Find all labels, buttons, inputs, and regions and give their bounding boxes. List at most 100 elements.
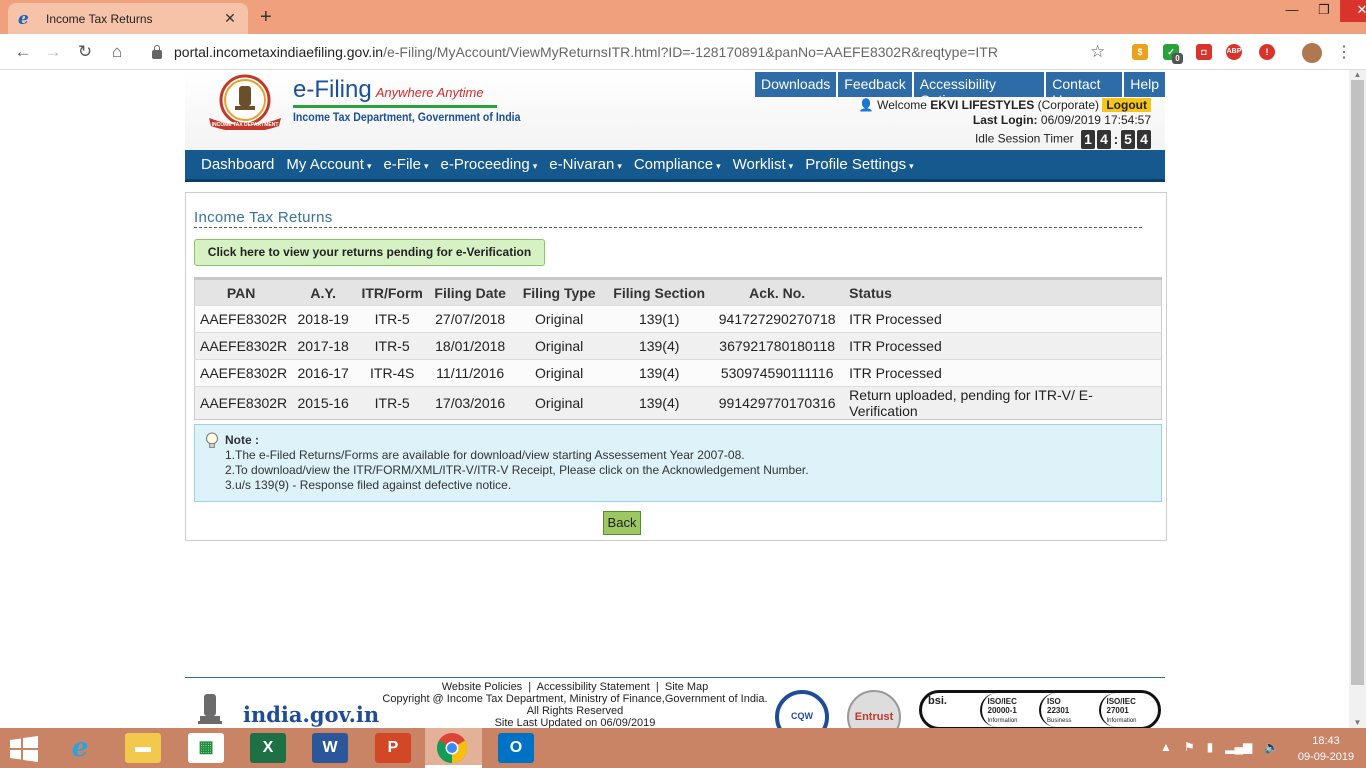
chevron-down-icon: ▾	[909, 161, 914, 171]
user-type: (Corporate)	[1037, 98, 1099, 112]
extension-honey-icon[interactable]: $	[1132, 44, 1148, 60]
main-nav: Dashboard My Account ▾ e-File ▾ e-Proceedi…	[185, 150, 1165, 182]
brand-tagline: Anywhere Anytime	[375, 85, 484, 100]
cell-itr-form: ITR-5	[359, 332, 426, 360]
pending-e-verification-button[interactable]: Click here to view your returns pending …	[194, 239, 545, 266]
nav-compliance[interactable]: Compliance ▾	[634, 156, 721, 173]
nav-feedback[interactable]: Feedback	[838, 72, 912, 97]
browser-tab[interactable]: e Income Tax Returns ✕	[8, 3, 248, 34]
cell-filing-date: 17/03/2016	[425, 386, 516, 420]
tray-expand-icon[interactable]: ▲	[1160, 740, 1172, 754]
bookmark-star-icon[interactable]: ☆	[1090, 42, 1105, 62]
restore-icon[interactable]: ❐	[1308, 0, 1340, 22]
action-center-flag-icon[interactable]: ⚑	[1184, 740, 1195, 754]
nav-worklist[interactable]: Worklist ▾	[733, 156, 794, 173]
lightbulb-icon	[206, 432, 218, 448]
footer-links: Website Policies | Accessibility Stateme…	[375, 681, 775, 728]
file-explorer-icon[interactable]: ▬	[125, 733, 161, 763]
nav-contact-us[interactable]: Contact Us	[1046, 72, 1123, 108]
footer-link-accessibility-statement[interactable]: Accessibility Statement	[537, 681, 650, 693]
note-line: 2.To download/view the ITR/FORM/XML/ITR-…	[225, 463, 809, 477]
address-bar[interactable]: portal.incometaxindiaefiling.gov.in/e-Fi…	[140, 38, 1120, 66]
home-icon[interactable]: ⌂	[106, 42, 128, 62]
back-arrow-icon[interactable]: ←	[12, 42, 34, 62]
nav-dashboard[interactable]: Dashboard	[201, 156, 274, 173]
returns-panel: Income Tax Returns Click here to view yo…	[185, 192, 1167, 541]
col-filing-date: Filing Date	[425, 277, 516, 306]
table-row: AAEFE8302R 2018-19 ITR-5 27/07/2018 Orig…	[194, 305, 1162, 333]
ack-number-link[interactable]: 530974590111116	[715, 359, 840, 387]
ack-number-link[interactable]: 991429770170316	[715, 386, 840, 420]
forward-arrow-icon[interactable]: →	[42, 42, 64, 62]
cell-filing-section: 139(4)	[603, 386, 716, 420]
cell-filing-date: 27/07/2018	[425, 305, 516, 333]
nav-my-account[interactable]: My Account ▾	[286, 156, 371, 173]
chrome-icon[interactable]	[436, 732, 468, 764]
note-line: 3.u/s 139(9) - Response filed against de…	[225, 478, 512, 492]
cell-filing-section: 139(4)	[603, 332, 716, 360]
footer-link-site-map[interactable]: Site Map	[665, 681, 708, 693]
windows-start-icon[interactable]	[10, 736, 38, 762]
reload-icon[interactable]: ↻	[74, 42, 96, 62]
battery-icon[interactable]: ▮	[1207, 740, 1214, 754]
note-title: Note :	[225, 433, 259, 447]
user-icon: 👤	[858, 98, 874, 112]
network-icon[interactable]: ▂▄▆	[1225, 740, 1252, 754]
back-button[interactable]: Back	[603, 511, 641, 535]
internet-explorer-icon[interactable]: e	[62, 733, 98, 763]
entrust-badge: Entrust	[847, 690, 901, 728]
user-info: 👤 Welcome EKVI LIFESTYLES (Corporate) Lo…	[859, 98, 1151, 149]
cell-ay: 2018-19	[287, 305, 360, 333]
brand-logo[interactable]: e-Filing Anywhere Anytime Income Tax Depa…	[293, 76, 552, 124]
nav-e-nivaran[interactable]: e-Nivaran ▾	[549, 156, 622, 173]
chevron-down-icon: ▾	[788, 161, 794, 171]
last-login-label: Last Login:	[972, 113, 1038, 127]
page-scrollbar[interactable]: ▲ ▼	[1349, 70, 1366, 728]
nav-downloads[interactable]: Downloads	[755, 72, 837, 97]
outlook-icon[interactable]: O	[498, 733, 534, 763]
footer-link-website-policies[interactable]: Website Policies	[442, 681, 523, 693]
site-updated-text: Site Last Updated on 06/09/2019	[494, 717, 656, 728]
window-close-icon[interactable]: ✕	[1340, 0, 1366, 22]
cell-filing-type: Original	[515, 305, 604, 333]
ack-number-link[interactable]: 941727290270718	[715, 305, 840, 333]
last-login-value: 06/09/2019 17:54:57	[1040, 113, 1151, 127]
taskbar-clock[interactable]: 18:43 09-09-2019	[1296, 733, 1356, 765]
ack-number-link[interactable]: 367921780180118	[715, 332, 840, 360]
windows-taskbar: e ▬ ▦ X W P O ▲ ⚑ ▮ ▂▄▆ 🔈 18:43 09-09-20…	[0, 728, 1366, 768]
nav-accessibility-options[interactable]: Accessibility Options	[913, 72, 1045, 108]
extension-stop-icon[interactable]: !	[1259, 44, 1275, 60]
browser-menu-icon[interactable]: ⋮	[1336, 42, 1352, 62]
cqw-badge: CQW	[775, 690, 829, 728]
brand-name: e-Filing	[293, 76, 372, 103]
ie-favicon-icon: e	[18, 8, 29, 29]
scroll-up-icon[interactable]: ▲	[1349, 70, 1366, 80]
new-tab-icon[interactable]: +	[260, 6, 272, 29]
scroll-down-icon[interactable]: ▼	[1349, 718, 1366, 728]
chevron-down-icon: ▾	[716, 161, 721, 171]
adblock-plus-icon[interactable]: ABP	[1226, 44, 1242, 60]
word-icon[interactable]: W	[312, 733, 348, 763]
timer-digit: 4	[1137, 130, 1151, 149]
cell-status: ITR Processed	[839, 332, 1162, 360]
nav-e-proceeding[interactable]: e-Proceeding ▾	[441, 156, 538, 173]
india-gov-logo[interactable]: india.gov.in	[243, 702, 379, 727]
nav-help[interactable]: Help	[1124, 72, 1165, 97]
logout-button[interactable]: Logout	[1102, 98, 1151, 112]
tab-close-icon[interactable]: ✕	[222, 10, 238, 27]
microsoft-store-icon[interactable]: ▦	[188, 733, 224, 763]
nav-e-file[interactable]: e-File ▾	[383, 156, 428, 173]
excel-icon[interactable]: X	[250, 733, 286, 763]
note-line: 1.The e-Filed Returns/Forms are availabl…	[225, 448, 745, 462]
chevron-down-icon: ▾	[423, 161, 429, 171]
minimize-icon[interactable]: —	[1276, 0, 1308, 22]
brand-dept: Income Tax Department, Government of Ind…	[293, 110, 521, 124]
scrollbar-thumb[interactable]	[1351, 80, 1364, 685]
powerpoint-icon[interactable]: P	[375, 733, 411, 763]
extension-pocket-icon[interactable]: ◘	[1196, 44, 1212, 60]
volume-icon[interactable]: 🔈	[1264, 740, 1279, 754]
nav-profile-settings[interactable]: Profile Settings ▾	[805, 156, 913, 173]
profile-avatar[interactable]	[1302, 43, 1322, 63]
cell-ay: 2015-16	[287, 386, 360, 420]
cell-pan: AAEFE8302R	[194, 386, 288, 420]
